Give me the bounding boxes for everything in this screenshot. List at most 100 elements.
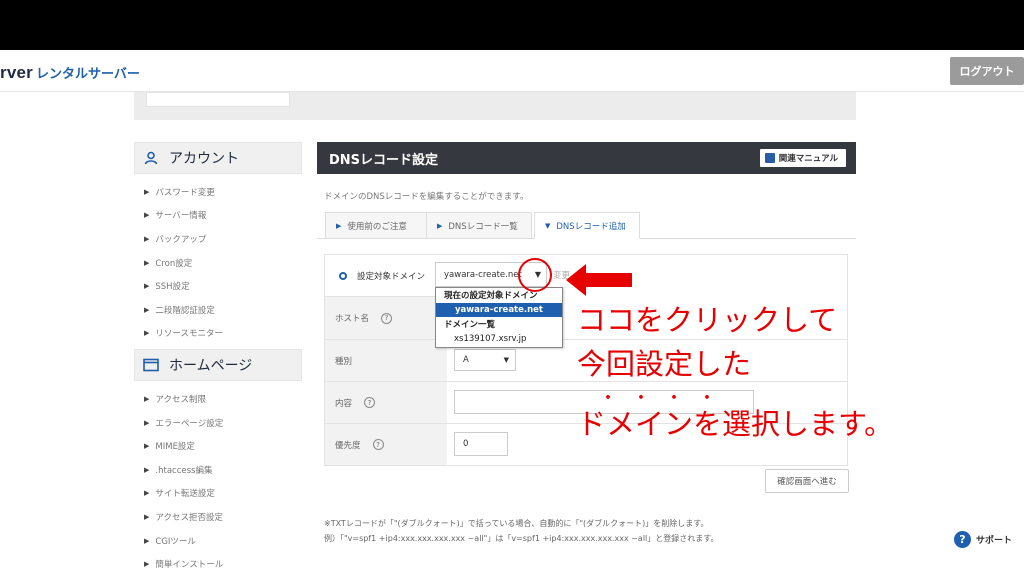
page-description: ドメインのDNSレコードを編集することができます。 [324, 192, 529, 202]
sidebar-item-cron[interactable]: ▶ Cron設定 [134, 251, 302, 275]
priority-label-cell: 優先度? [325, 423, 447, 465]
book-icon [764, 153, 775, 163]
top-black-band [0, 0, 1024, 50]
chevron-down-icon: ▼ [545, 221, 551, 230]
sidebar-item-label: サーバー情報 [155, 211, 207, 222]
dropdown-option[interactable]: xs139107.xsrv.jp [436, 332, 562, 347]
brand-server-text: rver [0, 63, 33, 82]
type-label: 種別 [335, 356, 353, 367]
chevron-right-icon: ▶ [144, 560, 150, 569]
chevron-right-icon: ▶ [437, 221, 443, 230]
sidebar-item-password[interactable]: ▶ パスワード変更 [134, 180, 302, 204]
user-icon [143, 150, 159, 166]
sidebar-item-label: アクセス拒否設定 [155, 512, 223, 523]
sidebar-item-label: Cron設定 [155, 258, 193, 269]
help-icon[interactable]: ? [372, 439, 384, 450]
type-select[interactable]: A ▼ [454, 349, 516, 371]
notes: ※TXTレコードが「"(ダブルクォート)」で括っている場合、自動的に「"(ダブル… [324, 516, 718, 546]
chevron-right-icon: ▶ [144, 418, 150, 427]
radio-dot-icon [339, 272, 347, 280]
sidebar-item-label: CGIツール [155, 536, 196, 547]
sidebar-item-label: アクセス制限 [155, 394, 206, 405]
tab-bar: ▶ 使用前のご注意 ▶ DNSレコード一覧 ▼ DNSレコード追加 [317, 212, 856, 239]
tab-precautions[interactable]: ▶ 使用前のご注意 [325, 212, 428, 239]
priority-label: 優先度 [335, 440, 361, 451]
chevron-right-icon: ▶ [144, 394, 150, 403]
manual-button[interactable]: 関連マニュアル [759, 149, 846, 167]
brand-logo[interactable]: rver レンタルサーバー [0, 63, 140, 83]
sidebar-item-label: 二段階認証設定 [155, 305, 215, 316]
chevron-right-icon: ▶ [144, 512, 150, 521]
chevron-right-icon: ▶ [144, 282, 150, 291]
search-input[interactable] [146, 92, 290, 107]
content-label-cell: 内容? [325, 381, 447, 423]
chevron-right-icon: ▶ [144, 211, 150, 220]
type-label-cell: 種別 [325, 339, 447, 381]
dropdown-group-list: ドメイン一覧 [444, 320, 496, 331]
dropdown-group-current: 現在の設定対象ドメイン [444, 291, 538, 302]
sidebar: アカウント ▶ パスワード変更 ▶ サーバー情報 ▶ バックアップ ▶ Cron設定 ▶… [134, 142, 302, 572]
tab-label: DNSレコード一覧 [448, 221, 518, 232]
sidebar-item-label: MIME設定 [155, 442, 195, 453]
support-label: サポート [976, 535, 1013, 546]
host-label: ホスト名 [335, 314, 370, 324]
sidebar-item-mime[interactable]: ▶ MIME設定 [134, 434, 302, 458]
annotation-line: 今回設定した [577, 347, 752, 381]
domain-dropdown: 現在の設定対象ドメイン yawara-create.net ドメイン一覧 xs1… [435, 287, 563, 348]
sidebar-item-access-limit[interactable]: ▶ アクセス制限 [134, 387, 302, 411]
sidebar-item-label: リソースモニター [155, 329, 223, 340]
brand-rental-text: レンタルサーバー [35, 66, 140, 81]
sidebar-item-2fa[interactable]: ▶ 二段階認証設定 [134, 298, 302, 322]
priority-input[interactable]: 0 [454, 432, 508, 456]
sidebar-heading-label: ホームページ [169, 358, 253, 375]
type-select-value: A [463, 355, 469, 365]
chevron-right-icon: ▶ [144, 489, 150, 498]
sidebar-item-cgi-tools[interactable]: ▶ CGIツール [134, 529, 302, 553]
note-line: 例）「"v=spf1 +ip4:xxx.xxx.xxx.xxx ~all"」は「… [324, 534, 719, 543]
sidebar-item-label: エラーページ設定 [155, 418, 224, 429]
chevron-right-icon: ▶ [144, 329, 150, 338]
sidebar-item-error-page[interactable]: ▶ エラーページ設定 [134, 411, 302, 435]
chevron-down-icon: ▼ [503, 356, 509, 364]
help-icon[interactable]: ? [364, 397, 376, 408]
sidebar-item-site-redirect[interactable]: ▶ サイト転送設定 [134, 482, 302, 506]
sidebar-heading-homepage: ホームページ [134, 349, 302, 382]
chevron-right-icon: ▶ [144, 187, 150, 196]
content-label: 内容 [335, 398, 353, 409]
annotation-line: ココをクリックして [577, 303, 838, 337]
confirm-button[interactable]: 確認画面へ進む [765, 469, 849, 493]
chevron-right-icon: ▶ [336, 221, 342, 230]
chevron-right-icon: ▶ [144, 442, 150, 451]
highlight-circle [518, 258, 552, 292]
sidebar-item-label: .htaccess編集 [155, 465, 213, 476]
target-domain-label-text: 設定対象ドメイン [357, 272, 426, 282]
sidebar-item-access-deny[interactable]: ▶ アクセス拒否設定 [134, 505, 302, 529]
sidebar-item-resource-monitor[interactable]: ▶ リソースモニター [134, 322, 302, 346]
logout-button[interactable]: ログアウト [950, 57, 1024, 85]
sidebar-item-backup[interactable]: ▶ バックアップ [134, 227, 302, 251]
tab-record-add[interactable]: ▼ DNSレコード追加 [534, 212, 640, 239]
chevron-right-icon: ▶ [144, 305, 150, 314]
sidebar-item-label: バックアップ [155, 234, 207, 245]
sidebar-heading-account: アカウント [134, 142, 302, 174]
tab-label: 使用前のご注意 [347, 221, 407, 232]
note-line: ※TXTレコードが「"(ダブルクォート)」で括っている場合、自動的に「"(ダブル… [324, 519, 709, 528]
sidebar-item-server-info[interactable]: ▶ サーバー情報 [134, 204, 302, 228]
annotation-emphasis-dots: ・・・・ [599, 388, 731, 409]
sidebar-item-easy-install[interactable]: ▶ 簡単インストール [134, 552, 302, 572]
chevron-right-icon: ▶ [144, 465, 150, 474]
sidebar-item-label: サイト転送設定 [155, 489, 215, 500]
sidebar-item-htaccess[interactable]: ▶ .htaccess編集 [134, 458, 302, 482]
chevron-right-icon: ▶ [144, 234, 150, 243]
sidebar-item-label: パスワード変更 [155, 187, 215, 198]
page-title-bar: DNSレコード設定 関連マニュアル [317, 142, 856, 174]
manual-button-label: 関連マニュアル [778, 154, 838, 164]
target-domain-label: 設定対象ドメイン [339, 270, 425, 282]
window-icon [143, 357, 159, 373]
support-button[interactable]: ? サポート [954, 528, 1012, 550]
dropdown-option-selected[interactable]: yawara-create.net [436, 302, 562, 317]
chevron-right-icon: ▶ [144, 536, 150, 545]
tab-record-list[interactable]: ▶ DNSレコード一覧 [426, 212, 532, 239]
help-icon[interactable]: ? [381, 312, 393, 324]
sidebar-item-ssh[interactable]: ▶ SSH設定 [134, 274, 302, 298]
